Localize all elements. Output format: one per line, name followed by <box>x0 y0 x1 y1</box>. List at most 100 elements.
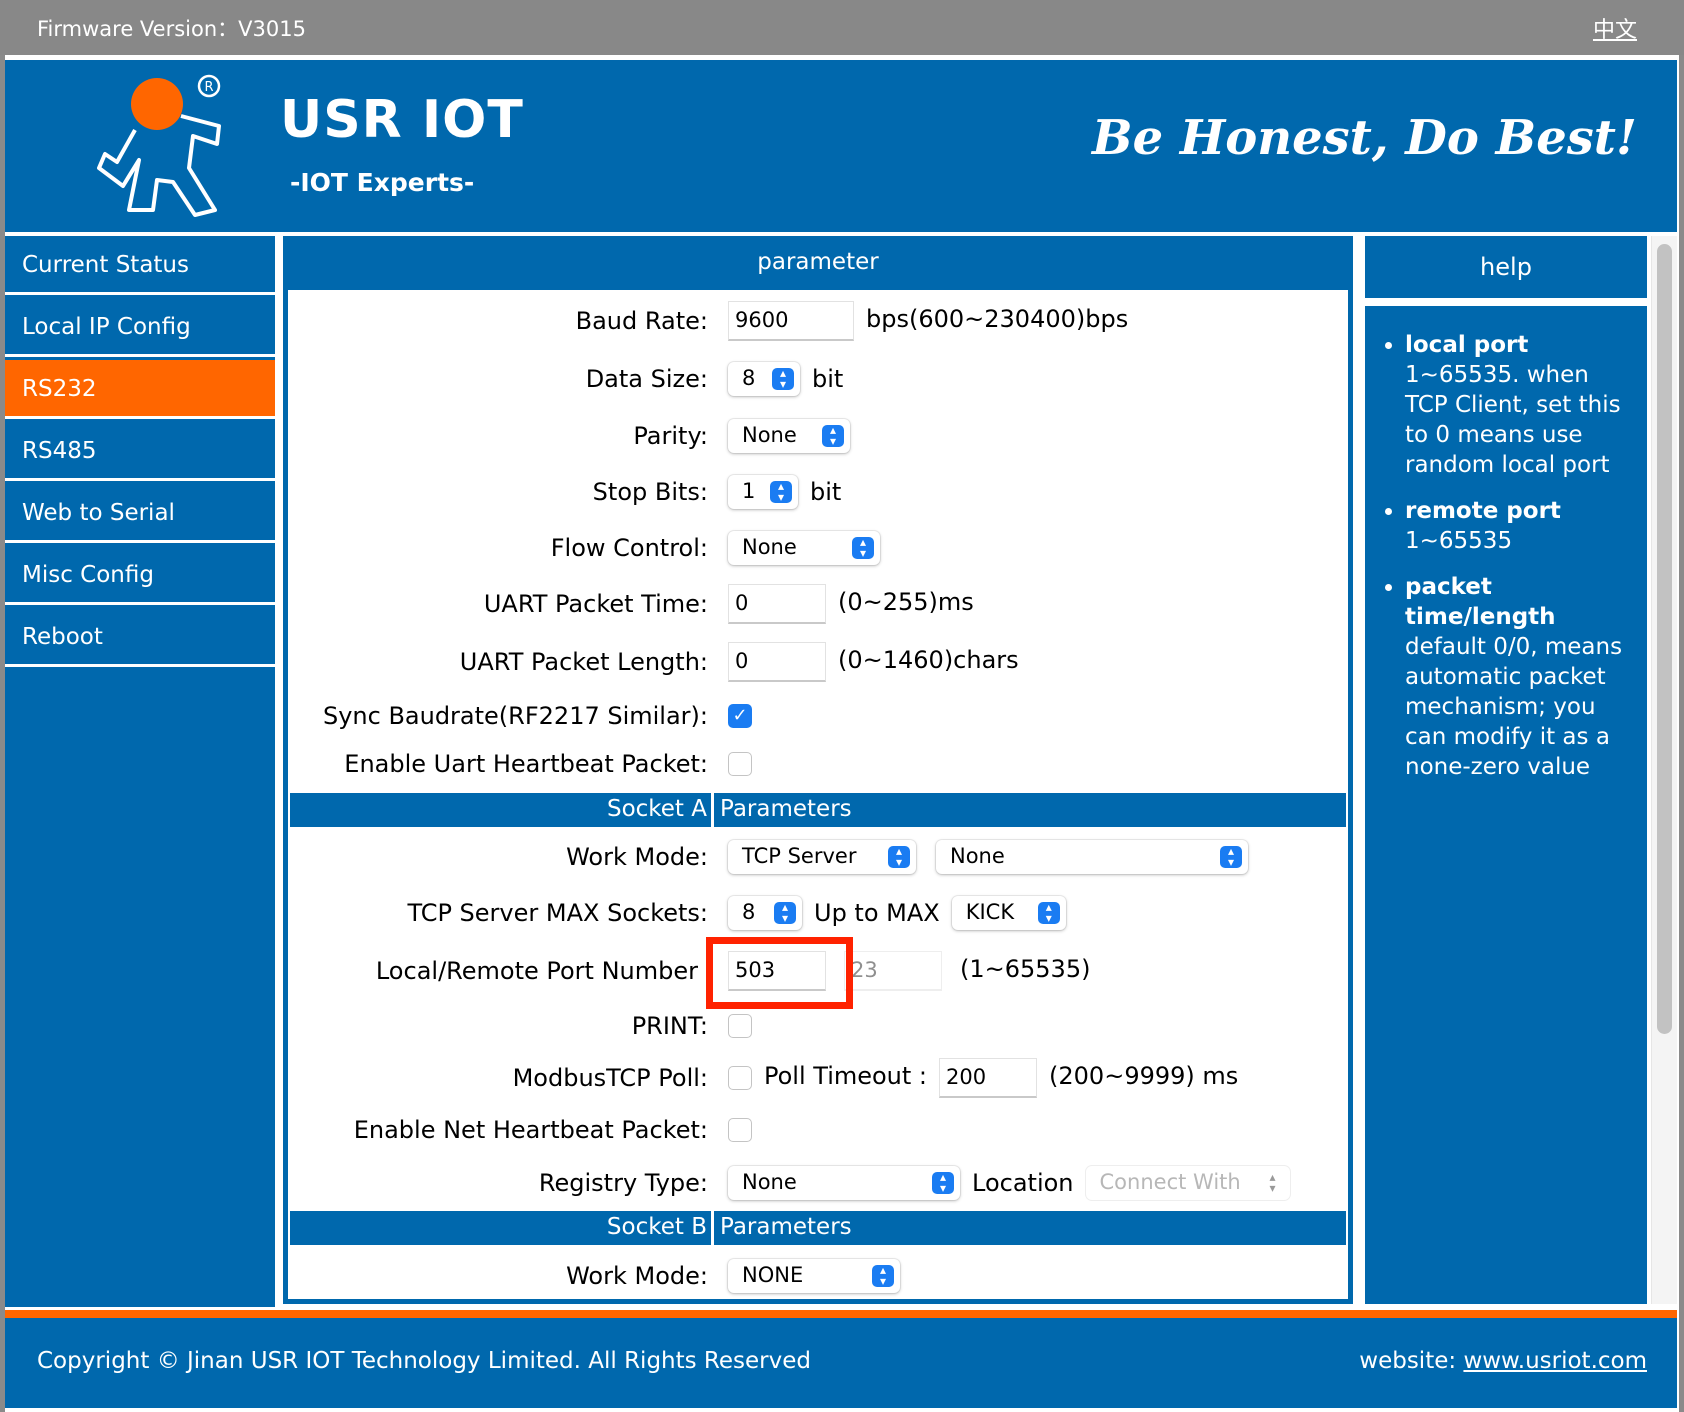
motto: Be Honest, Do Best! <box>1092 110 1637 166</box>
stop-bits-value: 1 <box>742 479 756 503</box>
footer: Copyright © Jinan USR IOT Technology Lim… <box>5 1318 1677 1408</box>
uart-packet-length-input[interactable]: 0 <box>728 642 826 682</box>
socket-a-work-mode-value: TCP Server <box>742 844 857 868</box>
uart-heartbeat-row: Enable Uart Heartbeat Packet: <box>288 744 1348 784</box>
data-size-unit: bit <box>812 365 844 393</box>
sync-baudrate-label: Sync Baudrate(RF2217 Similar): <box>322 702 708 730</box>
print-row: PRINT: <box>288 1006 1348 1046</box>
up-to-max-label: Up to MAX <box>814 899 940 927</box>
brand-name: USR IOT <box>280 90 524 150</box>
remote-port-input[interactable]: 23 <box>844 951 942 991</box>
uart-packet-length-range: (0~1460)chars <box>838 646 1019 674</box>
help-item: packet time/lengthdefault 0/0, means aut… <box>1405 572 1629 782</box>
max-sockets-label: TCP Server MAX Sockets: <box>407 899 708 927</box>
flow-control-label: Flow Control: <box>550 534 708 562</box>
uart-packet-time-range: (0~255)ms <box>838 588 974 616</box>
socket-a-subtitle: Parameters <box>720 796 852 822</box>
parity-value: None <box>742 423 797 447</box>
socket-a-work-mode-select[interactable]: TCP Server ▴ ▾ <box>728 840 916 874</box>
help-item: local port 1~65535. when TCP Client, set … <box>1405 330 1629 480</box>
chevron-up-down-icon: ▴ ▾ <box>822 424 844 447</box>
flow-control-select[interactable]: None ▴ ▾ <box>728 531 880 565</box>
poll-timeout-label: Poll Timeout : <box>764 1062 928 1090</box>
baud-rate-row: Baud Rate: 9600 bps(600~230400)bps <box>288 301 1348 341</box>
sidebar-item-rs232[interactable]: RS232 <box>5 360 275 419</box>
sidebar-item-current-status[interactable]: Current Status <box>5 236 275 295</box>
socket-b-work-mode-value: NONE <box>742 1263 804 1287</box>
copyright-text: Copyright © Jinan USR IOT Technology Lim… <box>37 1348 811 1374</box>
socket-a-protocol-value: None <box>950 844 1005 868</box>
socket-a-title: Socket A <box>290 793 714 827</box>
up-to-max-value: KICK <box>965 900 1015 924</box>
parameter-panel: parameter Baud Rate: 9600 bps(600~230400… <box>283 236 1353 1304</box>
baud-rate-input[interactable]: 9600 <box>728 301 854 341</box>
chevron-up-down-icon: ▴ ▾ <box>852 536 874 559</box>
sidebar-item-local-ip-config[interactable]: Local IP Config <box>5 298 275 357</box>
print-checkbox[interactable] <box>728 1014 752 1038</box>
help-text: default 0/0, means automatic packet mech… <box>1405 634 1623 780</box>
modbus-poll-label: ModbusTCP Poll: <box>512 1064 708 1092</box>
chevron-up-down-icon: ▴ ▾ <box>770 480 792 503</box>
uart-packet-time-label: UART Packet Time: <box>483 590 708 618</box>
uart-heartbeat-label: Enable Uart Heartbeat Packet: <box>344 750 708 778</box>
socket-a-protocol-select[interactable]: None ▴ ▾ <box>936 840 1248 874</box>
registry-type-select[interactable]: None ▴ ▾ <box>728 1166 960 1200</box>
flow-control-value: None <box>742 535 797 559</box>
uart-packet-time-input[interactable]: 0 <box>728 584 826 624</box>
poll-timeout-input[interactable]: 200 <box>939 1058 1038 1098</box>
firmware-version: Firmware Version：V3015 <box>37 17 306 41</box>
scrollbar-thumb[interactable] <box>1657 244 1672 1034</box>
net-heartbeat-checkbox[interactable] <box>728 1118 752 1142</box>
socket-b-section-header: Socket B Parameters <box>290 1211 1346 1245</box>
language-switch-link[interactable]: 中文 <box>1593 12 1637 44</box>
socket-b-title: Socket B <box>290 1211 714 1245</box>
location-select[interactable]: Connect With ▴ ▾ <box>1085 1166 1290 1200</box>
stop-bits-unit: bit <box>810 478 842 506</box>
help-content: local port 1~65535. when TCP Client, set … <box>1365 306 1647 1304</box>
stop-bits-label: Stop Bits: <box>592 478 708 506</box>
max-sockets-select[interactable]: 8 ▴ ▾ <box>728 896 802 930</box>
help-text: 1~65535. when TCP Client, set this to 0 … <box>1405 362 1621 478</box>
socket-a-section-header: Socket A Parameters <box>290 793 1346 827</box>
socket-b-work-mode-row: Work Mode: NONE ▴ ▾ <box>288 1256 1348 1296</box>
sidebar-item-rs485[interactable]: RS485 <box>5 422 275 481</box>
chevron-up-down-icon: ▴ ▾ <box>1269 1170 1276 1195</box>
socket-b-work-mode-select[interactable]: NONE ▴ ▾ <box>728 1259 900 1293</box>
website-label: website: <box>1359 1348 1457 1374</box>
sidebar-item-misc-config[interactable]: Misc Config <box>5 546 275 605</box>
sync-baudrate-checkbox[interactable]: ✓ <box>728 704 752 728</box>
socket-b-work-mode-label: Work Mode: <box>566 1262 708 1290</box>
uart-packet-length-label: UART Packet Length: <box>459 648 708 676</box>
data-size-label: Data Size: <box>585 365 708 393</box>
data-size-select[interactable]: 8 ▴ ▾ <box>728 362 800 396</box>
up-to-max-select[interactable]: KICK ▴ ▾ <box>951 896 1066 930</box>
parity-select[interactable]: None ▴ ▾ <box>728 419 850 453</box>
chevron-up-down-icon: ▴ ▾ <box>772 367 794 390</box>
sidebar-item-reboot[interactable]: Reboot <box>5 608 275 667</box>
parity-row: Parity: None ▴ ▾ <box>288 416 1348 456</box>
website-info: website: www.usriot.com <box>1359 1348 1647 1374</box>
sidebar: Current Status Local IP Config RS232 RS4… <box>5 236 275 1307</box>
uart-packet-length-row: UART Packet Length: 0 (0~1460)chars <box>288 642 1348 682</box>
net-heartbeat-row: Enable Net Heartbeat Packet: <box>288 1110 1348 1150</box>
top-bar: Firmware Version：V3015 中文 <box>0 0 1684 55</box>
sidebar-item-web-to-serial[interactable]: Web to Serial <box>5 484 275 543</box>
modbus-poll-checkbox[interactable] <box>728 1066 752 1090</box>
vertical-scrollbar[interactable] <box>1651 236 1677 1304</box>
port-range: (1~65535) <box>960 955 1091 983</box>
svg-text:R: R <box>204 80 213 95</box>
port-number-label: Local/Remote Port Number <box>375 957 698 985</box>
help-text: 1~65535 <box>1405 528 1513 554</box>
uart-heartbeat-checkbox[interactable] <box>728 752 752 776</box>
local-port-highlight-box <box>706 937 853 1009</box>
chevron-up-down-icon: ▴ ▾ <box>872 1264 894 1287</box>
stop-bits-select[interactable]: 1 ▴ ▾ <box>728 475 798 509</box>
chevron-up-down-icon: ▴ ▾ <box>1220 845 1242 868</box>
data-size-row: Data Size: 8 ▴ ▾ bit <box>288 359 1348 399</box>
socket-a-work-mode-label: Work Mode: <box>566 843 708 871</box>
running-man-logo-icon: R <box>97 74 221 217</box>
flow-control-row: Flow Control: None ▴ ▾ <box>288 528 1348 568</box>
website-link[interactable]: www.usriot.com <box>1463 1348 1647 1374</box>
baud-rate-range: bps(600~230400)bps <box>866 305 1129 333</box>
parameter-panel-title: parameter <box>283 236 1353 290</box>
